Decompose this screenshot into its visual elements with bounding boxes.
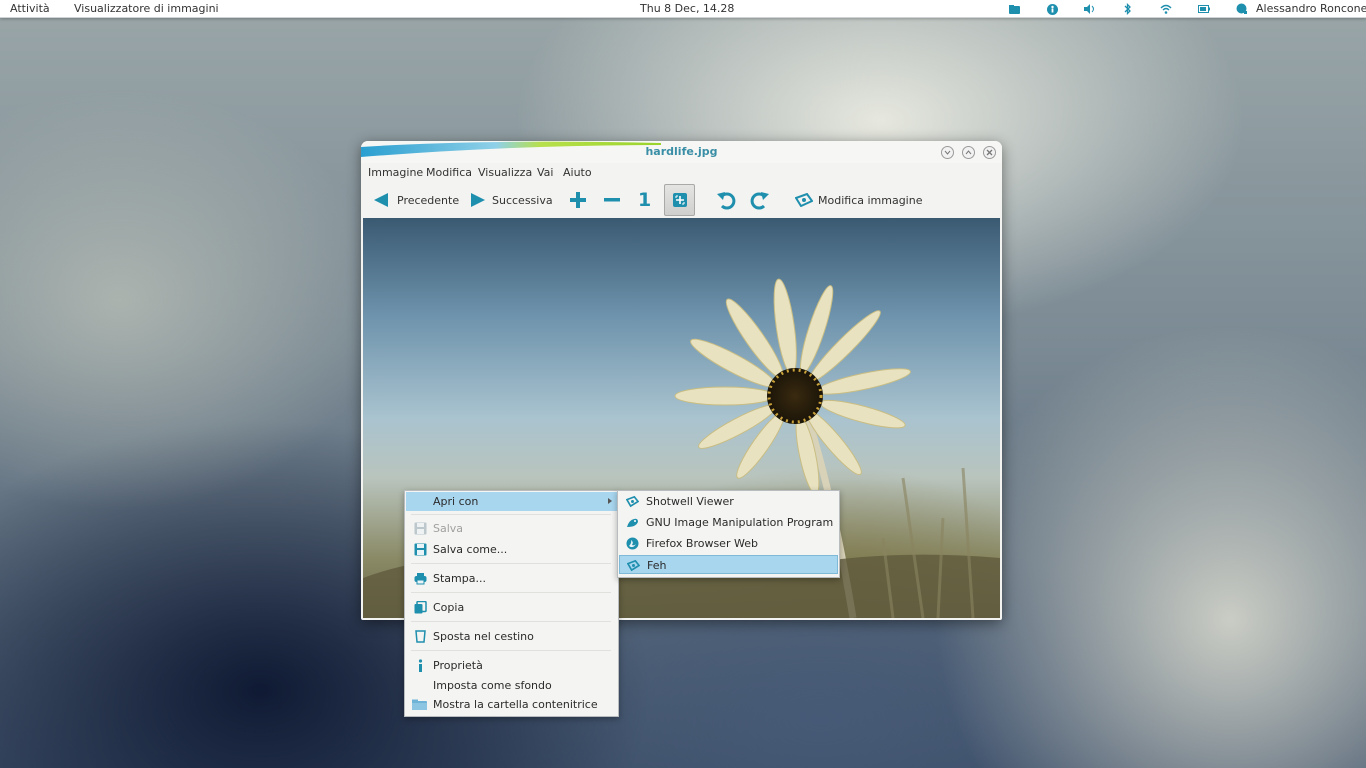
zoom-out-button[interactable] (603, 183, 621, 217)
feh-label: Feh (647, 559, 667, 572)
window-title: hardlife.jpg (645, 145, 718, 158)
menu-vai[interactable]: Vai (537, 166, 553, 179)
volume-icon[interactable] (1084, 3, 1096, 15)
copy-label: Copia (433, 601, 465, 614)
menu-item-save-as[interactable]: Salva come... (406, 540, 617, 559)
chat-icon[interactable] (1236, 3, 1248, 15)
minus-icon (604, 198, 620, 202)
rotate-right-icon (750, 192, 769, 210)
print-label: Stampa... (433, 572, 486, 585)
menu-item-print[interactable]: Stampa... (406, 569, 617, 588)
accessibility-icon[interactable] (1046, 3, 1058, 15)
edit-image-label: Modifica immagine (818, 193, 923, 207)
zoom-normal-label: 1 (638, 189, 652, 211)
submenu-item-shotwell[interactable]: Shotwell Viewer (619, 492, 838, 511)
save-as-label: Salva come... (433, 543, 508, 556)
separator (411, 621, 611, 622)
rotate-left-icon (717, 192, 736, 210)
gimp-label: GNU Image Manipulation Program (646, 516, 834, 529)
feh-icon (627, 559, 640, 572)
firefox-icon (626, 537, 639, 550)
bluetooth-icon[interactable] (1122, 3, 1134, 15)
menu-item-save[interactable]: Salva (406, 519, 617, 538)
clock[interactable]: Thu 8 Dec, 14.28 (640, 2, 734, 15)
separator (411, 563, 611, 564)
arrow-left-icon (374, 193, 388, 207)
trash-icon (415, 630, 426, 643)
menu-modifica[interactable]: Modifica (426, 166, 472, 179)
save-label: Salva (433, 522, 464, 535)
previous-label: Precedente (397, 193, 460, 207)
menu-immagine[interactable]: Immagine (368, 166, 423, 179)
close-button[interactable] (983, 146, 996, 159)
open-with-label: Apri con (433, 495, 479, 508)
app-menu[interactable]: Visualizzatore di immagini (74, 2, 219, 15)
separator (411, 514, 611, 515)
fit-icon (672, 193, 687, 207)
battery-icon[interactable] (1198, 3, 1210, 15)
copy-icon (414, 601, 427, 614)
menu-item-copy[interactable]: Copia (406, 598, 617, 617)
menu-visualizza[interactable]: Visualizza (478, 166, 532, 179)
activities-button[interactable]: Attività (10, 2, 50, 15)
submenu-item-gimp[interactable]: GNU Image Manipulation Program (619, 513, 838, 532)
menu-bar: Immagine Modifica Visualizza Vai Aiuto (361, 163, 1002, 181)
shotwell-label: Shotwell Viewer (646, 495, 734, 508)
plus-icon (570, 192, 586, 208)
info-icon (418, 659, 423, 672)
properties-label: Proprietà (433, 659, 483, 672)
title-bar[interactable]: hardlife.jpg (361, 141, 1002, 163)
maximize-button[interactable] (962, 146, 975, 159)
flower-head (674, 278, 911, 495)
context-menu: Apri con Salva Salva come... Stampa... C… (404, 490, 619, 717)
zoom-normal-button[interactable]: 1 (638, 183, 651, 217)
submenu-item-firefox[interactable]: Firefox Browser Web (619, 534, 838, 553)
best-fit-button[interactable] (664, 184, 695, 216)
edit-image-button[interactable]: Modifica immagine (795, 183, 922, 217)
zoom-in-button[interactable] (569, 183, 587, 217)
move-to-trash-label: Sposta nel cestino (433, 630, 534, 643)
show-containing-folder-label: Mostra la cartella contenitrice (433, 698, 598, 711)
save-icon (414, 522, 427, 535)
rotate-right-button[interactable] (750, 183, 770, 217)
folder-icon (412, 699, 427, 710)
next-label: Successiva (492, 193, 553, 207)
save-as-icon (414, 543, 427, 556)
minimize-button[interactable] (941, 146, 954, 159)
firefox-label: Firefox Browser Web (646, 537, 758, 550)
folder-icon[interactable] (1008, 3, 1020, 15)
menu-item-properties[interactable]: Proprietà (406, 656, 617, 675)
open-with-submenu: Shotwell Viewer GNU Image Manipulation P… (617, 490, 840, 578)
menu-item-open-with[interactable]: Apri con (406, 492, 617, 511)
menu-item-show-containing-folder[interactable]: Mostra la cartella contenitrice (406, 695, 617, 714)
next-button[interactable]: Successiva (470, 183, 553, 217)
separator (411, 592, 611, 593)
menu-item-move-to-trash[interactable]: Sposta nel cestino (406, 627, 617, 646)
shotwell-icon (626, 495, 639, 508)
wifi-icon[interactable] (1160, 3, 1172, 15)
user-menu[interactable]: Alessandro Roncone (1256, 2, 1366, 15)
set-as-wallpaper-label: Imposta come sfondo (433, 679, 552, 692)
submenu-item-feh[interactable]: Feh (619, 555, 838, 574)
printer-icon (414, 573, 427, 585)
shotwell-edit-icon (795, 193, 813, 207)
arrow-right-icon (471, 193, 485, 207)
gimp-icon (627, 518, 638, 527)
rotate-left-button[interactable] (716, 183, 736, 217)
menu-aiuto[interactable]: Aiuto (563, 166, 592, 179)
top-panel: Attività Visualizzatore di immagini Thu … (0, 0, 1366, 18)
toolbar: Precedente Successiva 1 Modifica immagin… (361, 183, 1002, 217)
menu-item-set-as-wallpaper[interactable]: Imposta come sfondo (406, 676, 617, 695)
previous-button[interactable]: Precedente (373, 183, 459, 217)
separator (411, 650, 611, 651)
submenu-arrow-icon (608, 498, 612, 504)
